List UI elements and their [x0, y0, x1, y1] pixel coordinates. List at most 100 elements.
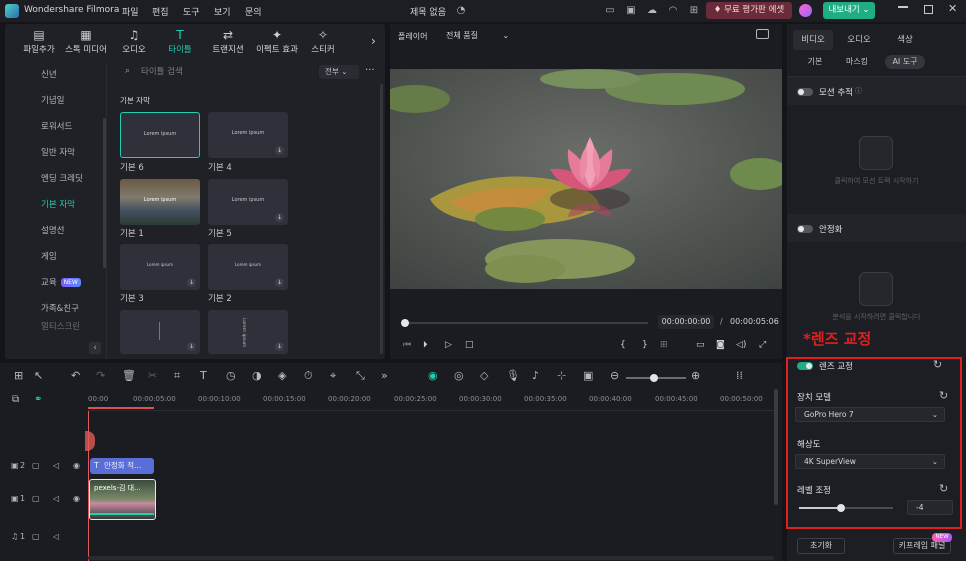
pip-icon[interactable]: ▣: [583, 369, 593, 382]
category-item[interactable]: 기념일: [5, 88, 103, 114]
subtab-basic[interactable]: 기본: [801, 55, 829, 69]
color-icon[interactable]: ◑: [252, 369, 262, 382]
headset-icon[interactable]: ◠: [666, 4, 680, 18]
download-icon[interactable]: ↓: [187, 278, 196, 287]
menu-edit[interactable]: 편집: [152, 5, 169, 18]
download-icon[interactable]: ↓: [275, 146, 284, 155]
fit-icon[interactable]: ⤡: [356, 369, 365, 383]
tab-audio[interactable]: 오디오: [839, 30, 879, 50]
title-template-tile[interactable]: Lorem ipsum: [120, 112, 200, 158]
redo-icon[interactable]: ↷: [96, 369, 105, 382]
category-item[interactable]: 로워서드: [5, 114, 103, 140]
delete-icon[interactable]: 🗑: [122, 369, 136, 382]
download-icon[interactable]: ↓: [187, 342, 196, 351]
more-tools-icon[interactable]: »: [381, 369, 388, 382]
menu-tools[interactable]: 도구: [183, 5, 200, 18]
zoom-slider-handle[interactable]: [650, 374, 658, 382]
cloud-icon[interactable]: ☁: [645, 4, 659, 18]
download-icon[interactable]: ↓: [275, 342, 284, 351]
auto-ripple-icon[interactable]: ◎: [454, 369, 464, 382]
mic-icon[interactable]: 🎙: [506, 369, 520, 382]
snap-icon[interactable]: ⊹: [557, 369, 566, 382]
category-item[interactable]: 게임: [5, 244, 103, 270]
current-time[interactable]: 00:00:00:00: [658, 315, 714, 329]
fullscreen-icon[interactable]: ⤢: [759, 340, 766, 350]
tab-import[interactable]: ▤ 파일추가: [15, 28, 63, 58]
tab-stock-media[interactable]: ▦ 스톡 미디어: [62, 28, 110, 58]
folder-icon[interactable]: ▢: [32, 494, 40, 503]
category-item-active[interactable]: 기본 자막: [5, 192, 103, 218]
select-tool-icon[interactable]: ↖: [34, 369, 43, 382]
search-input[interactable]: 타이틀 검색: [113, 62, 313, 82]
speed-icon[interactable]: ◷: [226, 369, 236, 382]
tab-titles[interactable]: T 타이틀: [156, 28, 204, 58]
category-item-education[interactable]: 교육 NEW: [5, 270, 103, 296]
monitor-icon[interactable]: ▭: [603, 4, 617, 18]
tab-stickers[interactable]: ✧ 스티커: [299, 28, 347, 58]
folder-icon[interactable]: ▢: [32, 461, 40, 470]
audio-track-icon[interactable]: ♪: [532, 369, 539, 382]
motion-tracking-toggle[interactable]: [797, 88, 813, 96]
stabilization-toggle[interactable]: [797, 225, 813, 233]
avatar[interactable]: [799, 4, 812, 17]
zoom-out-icon[interactable]: ⊖: [610, 369, 619, 382]
folder-icon[interactable]: ▢: [32, 532, 40, 541]
category-item[interactable]: 멀티스크린: [5, 320, 103, 334]
resolution-select[interactable]: 4K SuperView ⌄: [795, 454, 945, 469]
timer-icon[interactable]: ⏱: [304, 369, 313, 383]
stabilize-icon[interactable]: ⌖: [330, 369, 336, 383]
maximize-icon[interactable]: [924, 5, 933, 14]
save-icon[interactable]: ▣: [624, 4, 638, 18]
category-item[interactable]: 신년: [5, 62, 103, 88]
playback-scrubber[interactable]: [404, 322, 648, 324]
tab-video[interactable]: 비디오: [793, 30, 833, 50]
filter-dropdown[interactable]: 전부 ⌄: [319, 65, 359, 79]
quality-dropdown[interactable]: 전체 품질 ⌄: [446, 30, 509, 41]
title-template-tile[interactable]: Lorem ipsum ↓: [120, 244, 200, 290]
layout-icon[interactable]: ⊞: [14, 369, 23, 382]
reset-icon[interactable]: ↻: [939, 482, 948, 495]
display-icon[interactable]: ▭: [696, 340, 705, 350]
play-icon[interactable]: ▷: [445, 340, 452, 350]
reset-icon[interactable]: ↻: [939, 389, 948, 402]
title-template-tile[interactable]: Lorem ipsum ↓: [208, 179, 288, 225]
grid-options-icon[interactable]: ⁞⁞: [736, 369, 743, 382]
close-icon[interactable]: ✕: [948, 2, 957, 15]
tiles-scrollbar[interactable]: [380, 84, 383, 354]
device-model-select[interactable]: GoPro Hero 7 ⌄: [795, 407, 945, 422]
add-track-icon[interactable]: ⧉: [12, 394, 19, 405]
menu-file[interactable]: 파일: [122, 5, 139, 18]
keyframe-icon[interactable]: ◈: [278, 369, 286, 382]
reset-button[interactable]: 초기화: [797, 538, 845, 554]
download-icon[interactable]: ↓: [275, 278, 284, 287]
title-template-tile[interactable]: Lorem ipsum: [120, 179, 200, 225]
collapse-icon[interactable]: ‹: [89, 342, 101, 354]
step-back-icon[interactable]: ⏵: [423, 340, 428, 350]
category-item[interactable]: 일반 자막: [5, 140, 103, 166]
eye-icon[interactable]: ◉: [73, 461, 80, 470]
category-item[interactable]: 엔딩 크레딧: [5, 166, 103, 192]
speaker-icon[interactable]: ◁: [53, 461, 59, 470]
undo-icon[interactable]: ↶: [71, 369, 80, 382]
link-icon[interactable]: ⚭: [34, 394, 42, 405]
eye-icon[interactable]: ◉: [73, 494, 80, 503]
category-scrollbar[interactable]: [103, 118, 106, 268]
motion-track-icon[interactable]: [859, 136, 893, 170]
crop-icon[interactable]: ⌗: [174, 369, 180, 383]
render-icon[interactable]: ◉: [428, 369, 438, 382]
chevron-right-icon[interactable]: ›: [371, 34, 376, 48]
title-template-tile[interactable]: ↓: [120, 310, 200, 354]
camera-icon[interactable]: ◙: [716, 340, 725, 350]
subtab-masking[interactable]: 마스킹: [839, 55, 875, 69]
stop-icon[interactable]: □: [465, 340, 474, 350]
prev-frame-icon[interactable]: ⏮: [403, 340, 411, 350]
grid-view-icon[interactable]: ⊞: [660, 340, 668, 350]
title-template-tile[interactable]: Lorem ipsum ↓: [208, 112, 288, 158]
video-clip[interactable]: pexels-김 대...: [89, 479, 156, 520]
level-slider[interactable]: [799, 504, 893, 512]
free-trial-assets-button[interactable]: ♦ 무료 평가판 에셋: [706, 2, 792, 19]
category-item[interactable]: 설명선: [5, 218, 103, 244]
shield-icon[interactable]: ◇: [480, 369, 488, 382]
title-clip[interactable]: T 안정화 적...: [90, 458, 154, 474]
download-icon[interactable]: ↓: [275, 213, 284, 222]
